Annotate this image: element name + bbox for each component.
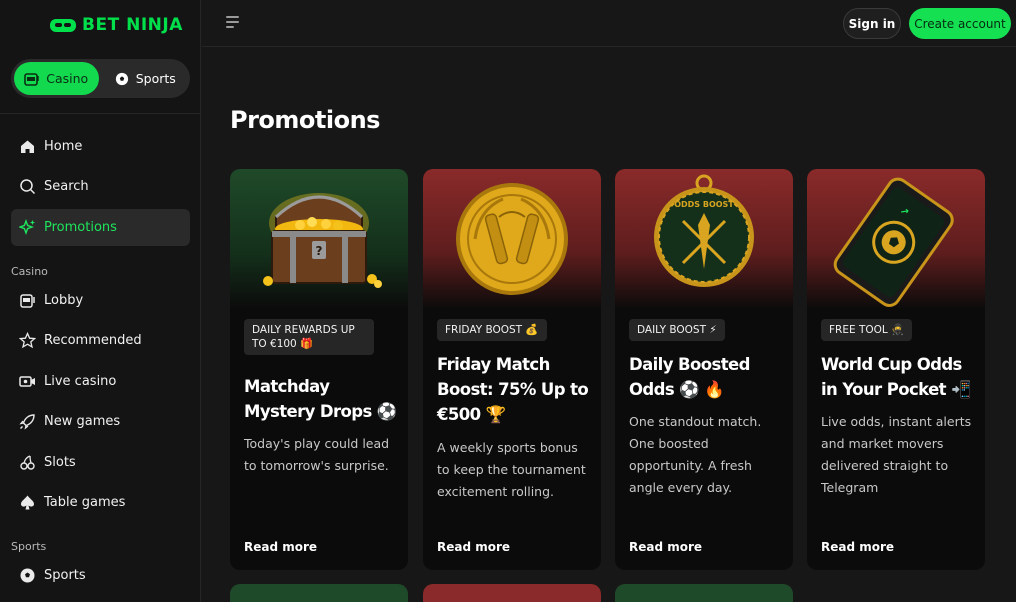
sidebar-item-search[interactable]: Search xyxy=(11,168,190,205)
promo-card-partial[interactable] xyxy=(615,584,793,602)
read-more-link[interactable]: Read more xyxy=(244,540,317,554)
sidebar-item-label: Sports xyxy=(44,568,86,583)
promo-tag: FREE TOOL 🥷 xyxy=(821,319,913,341)
sidebar-section-casino: Casino xyxy=(11,265,48,278)
promo-card-friday-match-boost[interactable]: FRIDAY BOOST 💰 Friday Match Boost: 75% U… xyxy=(423,169,601,570)
sidebar-item-live-casino[interactable]: Live casino xyxy=(11,363,190,400)
read-more-link[interactable]: Read more xyxy=(629,540,702,554)
sidebar-item-recommended[interactable]: Recommended xyxy=(11,322,190,359)
odds-boost-medal-image: ODDS BOOST xyxy=(615,169,793,309)
phone-device-image: ↗ xyxy=(807,169,985,309)
promo-description: Today's play could lead to tomorrow's su… xyxy=(244,436,390,473)
top-bar: Sign in Create account xyxy=(202,0,1016,47)
casino-toggle-label: Casino xyxy=(46,71,89,86)
sidebar-item-label: Live casino xyxy=(44,374,117,389)
rocket-icon xyxy=(19,413,36,430)
sidebar-item-label: Search xyxy=(44,179,89,194)
promo-card-world-cup-odds[interactable]: ↗ FREE TOOL 🥷 World Cup Odds in Your Poc… xyxy=(807,169,985,570)
sports-toggle-button[interactable]: Sports xyxy=(103,62,188,95)
app-root: BET NINJA Casino Sports Home Search Prom… xyxy=(0,0,1016,602)
promo-card-partial[interactable] xyxy=(423,584,601,602)
page-title: Promotions xyxy=(230,106,380,134)
promo-title: World Cup Odds in Your Pocket 📲 xyxy=(821,355,972,399)
medal-text: ODDS BOOST xyxy=(674,200,734,209)
sidebar-item-slots[interactable]: Slots xyxy=(11,444,190,481)
promo-title: Friday Match Boost: 75% Up to €500 🏆 xyxy=(437,355,589,424)
promo-card-daily-boosted-odds[interactable]: ODDS BOOST DAILY BOOST ⚡ Daily Boosted O… xyxy=(615,169,793,570)
sidebar-item-label: Lobby xyxy=(44,293,84,308)
treasure-chest-image: ? xyxy=(230,169,408,309)
promo-card-partial[interactable] xyxy=(230,584,408,602)
create-account-button[interactable]: Create account xyxy=(909,8,1011,39)
gold-coin-image xyxy=(423,169,601,309)
spade-icon xyxy=(19,494,36,511)
promo-description: One standout match. One boosted opportun… xyxy=(629,414,762,495)
promo-description: Live odds, instant alerts and market mov… xyxy=(821,414,972,495)
promo-card-matchday-mystery-drops[interactable]: ? DAILY REWARDS UP TO €100 🎁 Matchday My… xyxy=(230,169,408,570)
star-icon xyxy=(19,332,36,349)
brand-name: BET NINJA xyxy=(82,15,183,35)
sidebar-divider xyxy=(0,113,200,114)
promo-description: A weekly sports bonus to keep the tourna… xyxy=(437,440,586,499)
home-icon xyxy=(19,138,36,155)
cherries-icon xyxy=(19,454,36,471)
slot-machine-icon xyxy=(19,292,36,309)
casino-toggle-button[interactable]: Casino xyxy=(14,62,99,95)
sidebar-item-promotions[interactable]: Promotions xyxy=(11,209,190,246)
sidebar-section-sports: Sports xyxy=(11,540,47,553)
sidebar-item-label: Table games xyxy=(44,495,126,510)
sidebar-item-home[interactable]: Home xyxy=(11,128,190,165)
search-icon xyxy=(19,178,36,195)
sports-toggle-label: Sports xyxy=(135,71,176,86)
soccer-ball-icon xyxy=(19,567,36,584)
slot-machine-icon xyxy=(24,72,39,86)
read-more-link[interactable]: Read more xyxy=(437,540,510,554)
sidebar-item-label: Slots xyxy=(44,455,76,470)
sidebar-item-new-games[interactable]: New games xyxy=(11,403,190,440)
promo-tag: DAILY REWARDS UP TO €100 🎁 xyxy=(244,319,374,355)
promo-tag: FRIDAY BOOST 💰 xyxy=(437,319,547,341)
svg-text:?: ? xyxy=(316,244,323,258)
sidebar-item-label: Home xyxy=(44,139,83,154)
sidebar-item-label: New games xyxy=(44,414,121,429)
soccer-ball-icon xyxy=(115,72,128,85)
sidebar-item-lobby[interactable]: Lobby xyxy=(11,282,190,319)
menu-icon[interactable] xyxy=(226,16,240,28)
ninja-mask-icon xyxy=(50,18,76,32)
casino-sports-switcher: Casino Sports xyxy=(11,59,190,98)
sidebar-item-label: Promotions xyxy=(44,220,117,235)
promo-title: Daily Boosted Odds ⚽ 🔥 xyxy=(629,355,750,399)
sign-in-button[interactable]: Sign in xyxy=(843,8,901,39)
sidebar-item-label: Recommended xyxy=(44,333,142,348)
promo-title: Matchday Mystery Drops ⚽ xyxy=(244,377,397,421)
sidebar-item-table-games[interactable]: Table games xyxy=(11,484,190,521)
promo-tag: DAILY BOOST ⚡ xyxy=(629,319,725,341)
sidebar: BET NINJA Casino Sports Home Search Prom… xyxy=(0,0,201,602)
read-more-link[interactable]: Read more xyxy=(821,540,894,554)
brand-logo[interactable]: BET NINJA xyxy=(50,14,183,36)
sparkle-icon xyxy=(19,219,36,236)
live-camera-icon xyxy=(19,373,36,390)
sidebar-item-sports[interactable]: Sports xyxy=(11,557,190,594)
